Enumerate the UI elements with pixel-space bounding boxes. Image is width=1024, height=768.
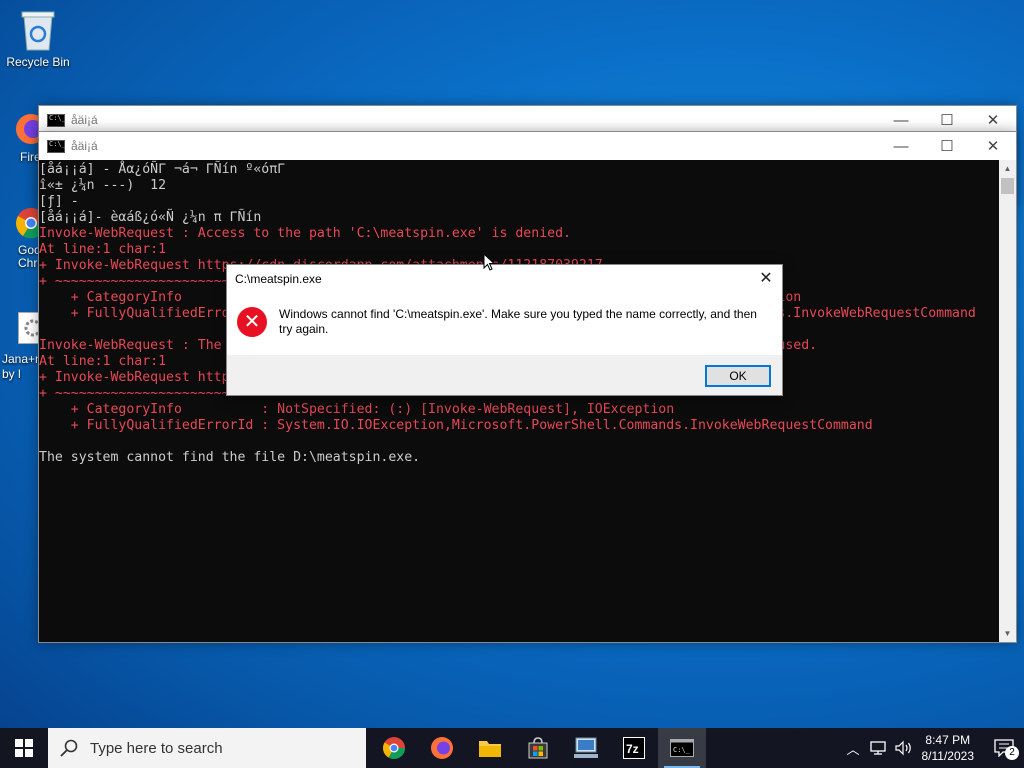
window-title: åäi¡á bbox=[71, 139, 98, 153]
start-button[interactable] bbox=[0, 728, 48, 768]
taskbar-store[interactable] bbox=[514, 728, 562, 768]
dialog-footer: OK bbox=[227, 355, 782, 395]
system-tray: ︿ 8:47 PM 8/11/2023 2 bbox=[840, 728, 1024, 768]
chevron-up-icon[interactable]: ︿ bbox=[840, 739, 865, 758]
close-button[interactable]: ✕ bbox=[970, 132, 1016, 160]
volume-icon[interactable] bbox=[894, 740, 914, 756]
notification-badge: 2 bbox=[1005, 746, 1019, 760]
taskbar-chrome[interactable] bbox=[370, 728, 418, 768]
taskbar-7zip[interactable]: 7z bbox=[610, 728, 658, 768]
taskbar-firefox[interactable] bbox=[418, 728, 466, 768]
svg-text:C:\_: C:\_ bbox=[673, 746, 691, 754]
taskbar: Type here to search 7z C:\_ ︿ 8:47 PM 8/… bbox=[0, 728, 1024, 768]
maximize-button[interactable]: ☐ bbox=[924, 132, 970, 160]
console-line: + FullyQualifiedErrorId : System.IO.IOEx… bbox=[39, 418, 873, 433]
desktop-icon-label: Recycle Bin bbox=[6, 55, 70, 69]
scroll-thumb[interactable] bbox=[1001, 178, 1014, 194]
title-bar[interactable]: åäi¡á — ☐ ✕ bbox=[39, 106, 1016, 134]
console-line: [åá¡¡á] - Åα¿óÑΓ ¬á¬ ΓÑín º«óπΓ bbox=[39, 162, 286, 177]
console-line: [ƒ] - bbox=[39, 194, 79, 209]
vertical-scrollbar[interactable]: ▲ ▼ bbox=[999, 160, 1016, 642]
network-icon[interactable] bbox=[869, 740, 888, 756]
dialog-title: C:\meatspin.exe bbox=[235, 272, 322, 286]
dialog-close-icon[interactable]: ✕ bbox=[754, 267, 778, 291]
firefox-icon bbox=[431, 737, 453, 759]
cmd-icon bbox=[47, 139, 66, 153]
desktop-icon-chrome[interactable]: Goo Chro bbox=[0, 206, 47, 270]
cmd-icon bbox=[47, 113, 66, 127]
console-line: The system cannot find the file D:\meats… bbox=[39, 450, 421, 465]
desktop-icon-label: Goo Chro bbox=[18, 243, 45, 270]
search-placeholder: Type here to search bbox=[90, 739, 223, 757]
cmd-icon: C:\_ bbox=[670, 739, 694, 757]
clock-time: 8:47 PM bbox=[925, 733, 971, 747]
network-computer-icon bbox=[574, 737, 598, 758]
taskbar-cmd[interactable]: C:\_ bbox=[658, 728, 706, 768]
console-line: + CategoryInfo : NotSpecified: (:) [Invo… bbox=[39, 402, 675, 417]
ok-button[interactable]: OK bbox=[705, 365, 771, 387]
store-bag-icon bbox=[528, 737, 548, 759]
notification-center-button[interactable]: 2 bbox=[984, 728, 1024, 768]
window-title: åäi¡á bbox=[71, 113, 98, 127]
mouse-cursor-icon bbox=[483, 252, 496, 276]
minimize-button[interactable]: — bbox=[878, 106, 924, 134]
7zip-icon: 7z bbox=[623, 737, 645, 759]
console-line: At line:1 char:1 bbox=[39, 242, 167, 257]
search-icon bbox=[60, 739, 78, 757]
folder-icon bbox=[479, 741, 501, 757]
title-bar[interactable]: åäi¡á — ☐ ✕ bbox=[39, 132, 1016, 160]
desktop-icon-label: Jana+n by l bbox=[2, 352, 42, 381]
recycle-bin-icon bbox=[18, 8, 58, 52]
scroll-down-arrow-icon[interactable]: ▼ bbox=[999, 625, 1016, 642]
maximize-button[interactable]: ☐ bbox=[924, 106, 970, 134]
scroll-up-arrow-icon[interactable]: ▲ bbox=[999, 160, 1016, 177]
svg-text:7z: 7z bbox=[626, 742, 639, 756]
desktop-icon-recycle-bin[interactable]: Recycle Bin bbox=[1, 8, 75, 69]
dialog-message: Windows cannot find 'C:\meatspin.exe'. M… bbox=[279, 307, 757, 336]
dialog-body: ✕ Windows cannot find 'C:\meatspin.exe'.… bbox=[227, 293, 782, 355]
console-line: î«± ¿¼n ---) 12 bbox=[39, 178, 167, 193]
desktop-icon-shortcut[interactable]: Jana+n by l bbox=[0, 312, 48, 382]
console-output[interactable]: [åá¡¡á] - Åα¿óÑΓ ¬á¬ ΓÑín º«óπΓ î«± ¿¼n … bbox=[39, 160, 1016, 642]
desktop-icon-firefox[interactable]: Fire bbox=[0, 112, 46, 164]
close-button[interactable]: ✕ bbox=[970, 106, 1016, 134]
console-line: [åá¡¡á]- èαáß¿ó«Ñ ¿¼n π ΓÑín bbox=[39, 210, 262, 225]
windows-logo-icon bbox=[15, 739, 33, 757]
chrome-icon bbox=[383, 737, 405, 759]
taskbar-network-app[interactable] bbox=[562, 728, 610, 768]
clock-date: 8/11/2023 bbox=[921, 749, 975, 763]
console-line: At line:1 char:1 bbox=[39, 354, 167, 369]
console-line: Invoke-WebRequest : Access to the path '… bbox=[39, 226, 571, 241]
clock[interactable]: 8:47 PM 8/11/2023 bbox=[922, 732, 975, 764]
taskbar-search-box[interactable]: Type here to search bbox=[48, 728, 366, 768]
taskbar-file-explorer[interactable] bbox=[466, 728, 514, 768]
minimize-button[interactable]: — bbox=[878, 132, 924, 160]
error-dialog[interactable]: C:\meatspin.exe ✕ ✕ Windows cannot find … bbox=[226, 264, 783, 396]
error-icon: ✕ bbox=[237, 307, 267, 337]
